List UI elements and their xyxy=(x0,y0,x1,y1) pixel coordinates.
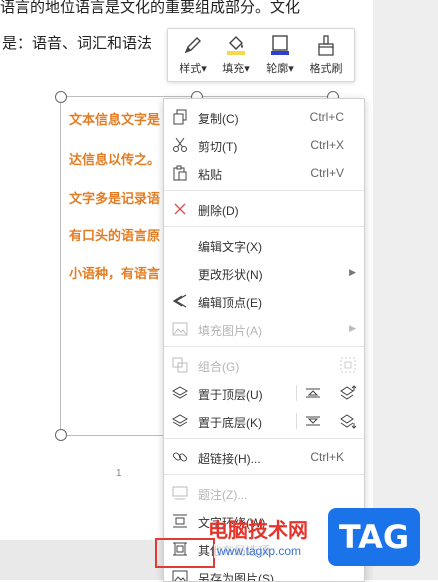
menu-label: 剪切(T) xyxy=(198,140,238,154)
menu-shortcut: Ctrl+V xyxy=(310,166,344,180)
menu-label: 题注(Z)... xyxy=(198,488,248,502)
copy-icon xyxy=(173,109,187,125)
divider xyxy=(296,413,297,429)
menu-shortcut: Ctrl+C xyxy=(309,110,344,124)
paste-icon xyxy=(173,165,187,181)
image-icon xyxy=(172,322,188,336)
menu-item-group[interactable]: 组合(G) xyxy=(164,351,364,379)
menu-item-delete[interactable]: 删除(D) xyxy=(164,195,364,223)
selected-item-highlight xyxy=(155,538,215,568)
menu-item-bring-to-front[interactable]: 置于顶层(U) xyxy=(164,379,364,407)
menu-item-edit-points[interactable]: 编辑顶点(E) xyxy=(164,287,364,315)
bring-to-top-icon[interactable] xyxy=(340,385,356,401)
outline-button[interactable]: 轮廓▾ xyxy=(258,32,302,80)
picture-icon xyxy=(172,570,188,581)
workspace-background xyxy=(373,0,438,580)
menu-item-paste[interactable]: 粘贴 Ctrl+V xyxy=(164,159,364,187)
fill-label: 填充 xyxy=(222,63,245,75)
menu-divider xyxy=(164,438,364,439)
page-number: 1 xyxy=(116,468,122,479)
group-icon xyxy=(172,357,188,373)
send-backward-icon[interactable] xyxy=(305,413,321,429)
resize-handle-top-left[interactable] xyxy=(55,91,67,103)
menu-label: 删除(D) xyxy=(198,204,239,218)
menu-item-fill-image[interactable]: 填充图片(A) ▶ xyxy=(164,315,364,343)
menu-item-copy[interactable]: 复制(C) Ctrl+C xyxy=(164,103,364,131)
fill-button[interactable]: 填充▾ xyxy=(214,32,258,80)
format-brush-icon xyxy=(318,35,334,56)
menu-label: 填充图片(A) xyxy=(198,324,262,338)
menu-label: 另存为图片(S)... xyxy=(198,572,284,582)
ungroup-icon xyxy=(340,357,356,373)
menu-item-send-to-back[interactable]: 置于底层(K) xyxy=(164,407,364,435)
pencil-icon xyxy=(184,37,201,54)
watermark-url: www.tagxp.com xyxy=(214,544,305,558)
menu-divider xyxy=(164,226,364,227)
outline-label: 轮廓 xyxy=(266,63,289,75)
menu-label: 更改形状(N) xyxy=(198,268,263,282)
menu-divider xyxy=(164,190,364,191)
menu-item-edit-text[interactable]: 编辑文字(X) xyxy=(164,231,364,259)
floating-toolbar: 样式▾ 填充▾ 轮廓▾ 格式刷 xyxy=(167,28,355,82)
menu-shortcut: Ctrl+K xyxy=(310,450,344,464)
outline-icon xyxy=(271,35,289,55)
caption-icon xyxy=(172,486,188,500)
menu-label: 置于顶层(U) xyxy=(198,388,263,402)
watermark-logo: TAG xyxy=(328,508,420,566)
submenu-arrow-icon: ▶ xyxy=(349,323,356,333)
textbox-line: 文字多是记录语 xyxy=(69,191,161,206)
textbox-line: 达信息以传之。 xyxy=(69,152,161,167)
bring-forward-icon[interactable] xyxy=(305,385,321,401)
menu-label: 组合(G) xyxy=(198,360,240,374)
textbox-line: 小语种，有语言 xyxy=(69,266,161,281)
layers-down-icon xyxy=(172,414,188,427)
menu-label: 编辑文字(X) xyxy=(198,240,262,254)
watermark-logo-text: TAG xyxy=(338,518,410,556)
watermark-site-name: 电脑技术网 xyxy=(208,520,308,542)
layers-up-icon xyxy=(172,386,188,399)
format-brush-label: 格式刷 xyxy=(309,63,343,75)
menu-item-hyperlink[interactable]: 超链接(H)... Ctrl+K xyxy=(164,443,364,471)
scissors-icon xyxy=(173,137,187,152)
menu-label: 超链接(H)... xyxy=(198,452,261,466)
style-button[interactable]: 样式▾ xyxy=(171,32,215,80)
divider xyxy=(296,385,297,401)
menu-label: 复制(C) xyxy=(198,112,239,126)
style-label: 样式 xyxy=(179,63,202,75)
menu-shortcut: Ctrl+X xyxy=(310,138,344,152)
format-brush-button[interactable]: 格式刷 xyxy=(304,32,348,80)
menu-label: 置于底层(K) xyxy=(198,416,262,430)
link-icon xyxy=(172,452,188,462)
submenu-arrow-icon: ▶ xyxy=(349,267,356,277)
menu-label: 编辑顶点(E) xyxy=(198,296,262,310)
edit-points-icon xyxy=(172,294,187,308)
menu-divider xyxy=(164,346,364,347)
textbox-line: 有口头的语言原 xyxy=(69,228,161,243)
fill-bucket-icon xyxy=(227,36,245,55)
document-text-top: 语言的地位语言是文化的重要组成部分。文化 xyxy=(0,0,301,16)
menu-divider xyxy=(164,474,364,475)
send-to-bottom-icon[interactable] xyxy=(340,413,356,429)
resize-handle-bottom-left[interactable] xyxy=(55,429,67,441)
menu-item-caption[interactable]: 题注(Z)... xyxy=(164,479,364,507)
document-text-line: 是：语音、词汇和语法 xyxy=(2,35,153,52)
menu-item-change-shape[interactable]: 更改形状(N) ▶ xyxy=(164,259,364,287)
menu-item-cut[interactable]: 剪切(T) Ctrl+X xyxy=(164,131,364,159)
text-wrap-icon xyxy=(173,514,187,528)
delete-x-icon xyxy=(174,203,186,215)
textbox-line: 文本信息文字是 xyxy=(69,112,161,127)
menu-label: 粘贴 xyxy=(198,168,223,182)
